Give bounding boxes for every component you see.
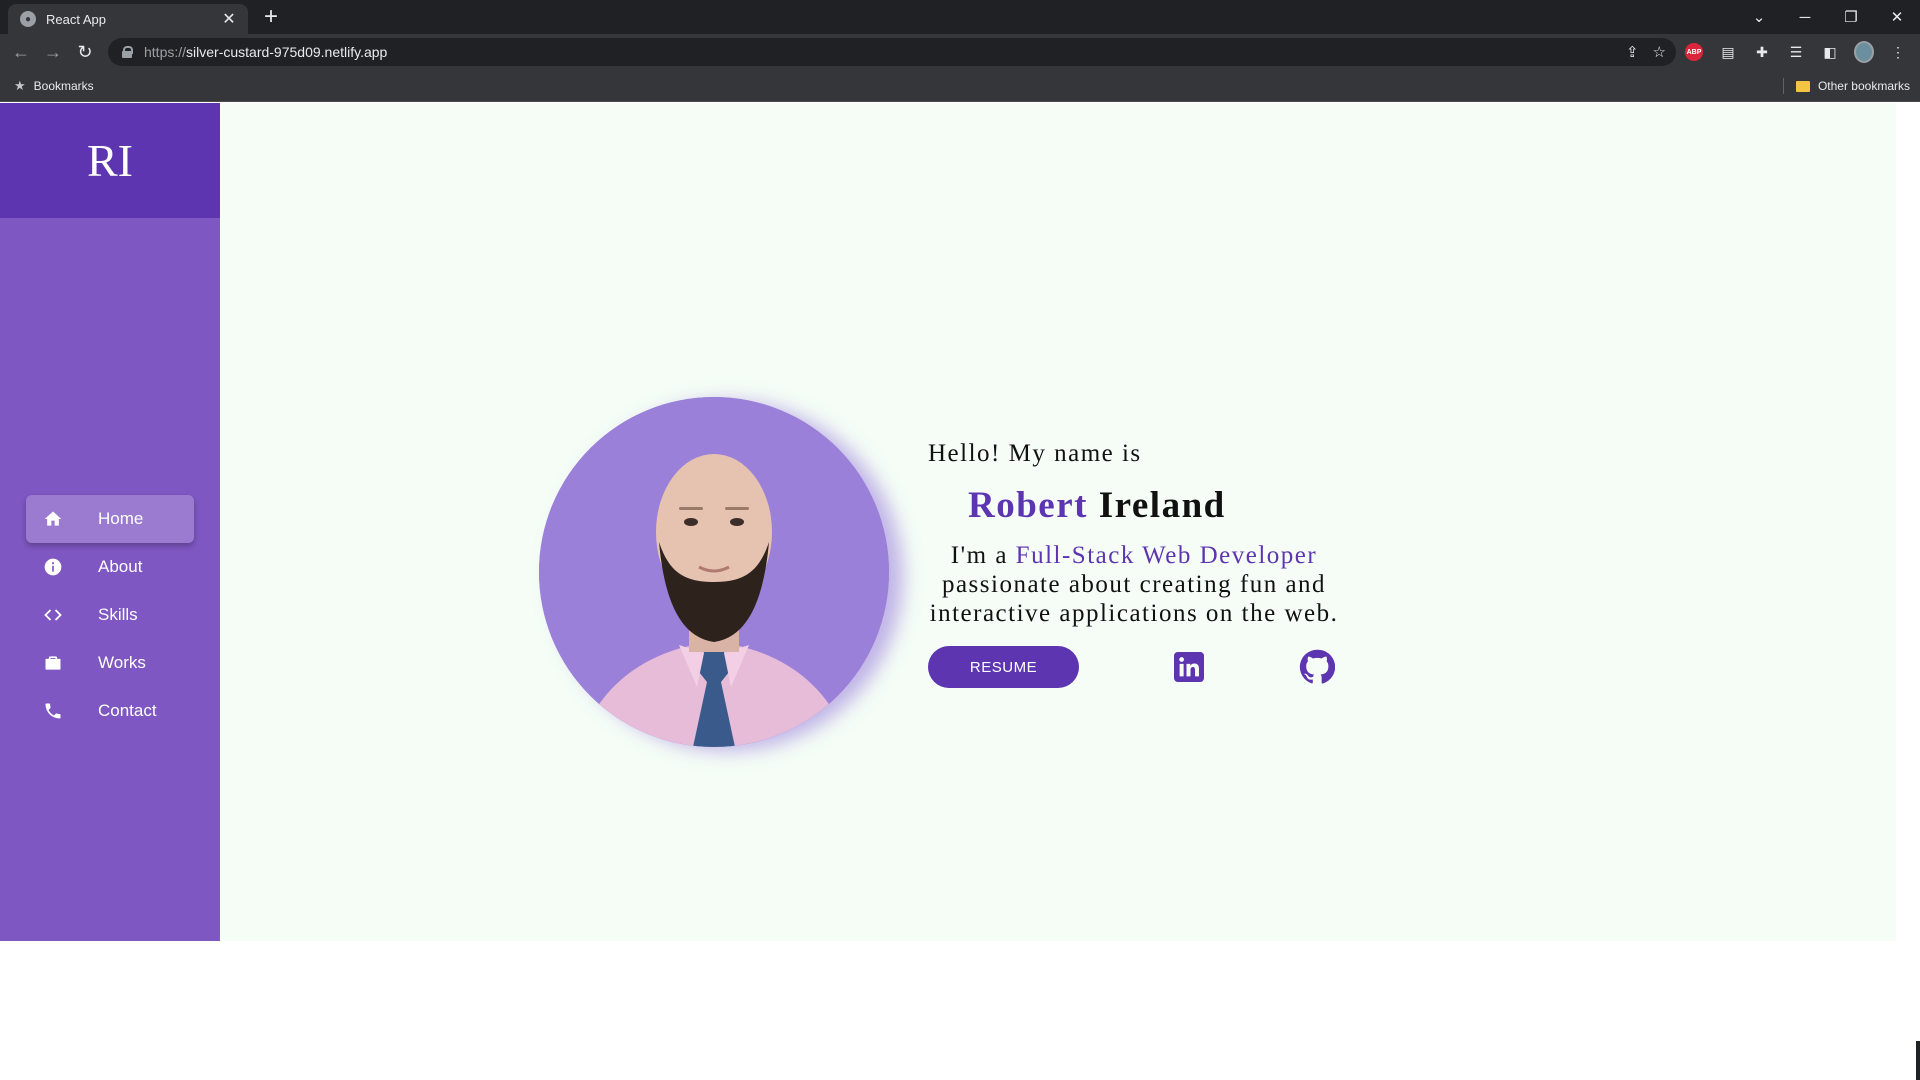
hero-name: Robert Ireland: [968, 484, 1348, 527]
sidebar-item-label: Contact: [98, 701, 157, 720]
sidebar-item-contact[interactable]: Contact: [26, 687, 194, 735]
sidebar-item-skills[interactable]: Skills: [26, 591, 194, 639]
code-icon: [42, 604, 64, 626]
briefcase-icon: [42, 652, 64, 674]
globe-icon: ●: [20, 11, 36, 27]
sidebar-item-label: Skills: [98, 605, 138, 624]
browser-tab-bar: ● React App ✕ + ⌄ ─ ❐ ✕: [0, 0, 1920, 34]
hero-text: Hello! My name is Robert Ireland I'm a F…: [928, 440, 1348, 628]
puzzle-icon[interactable]: ✚: [1752, 42, 1772, 62]
side-panel-icon[interactable]: ◧: [1820, 42, 1840, 62]
adblock-icon[interactable]: ABP: [1684, 42, 1704, 62]
github-icon[interactable]: [1299, 649, 1335, 685]
lock-icon: [122, 46, 133, 58]
restore-button[interactable]: ❐: [1828, 0, 1874, 34]
hero-actions: RESUME: [928, 646, 1348, 688]
sidebar-item-about[interactable]: About: [26, 543, 194, 591]
sidebar-item-label: Home: [98, 509, 144, 528]
tab-search-icon[interactable]: ⌄: [1736, 0, 1782, 34]
forward-icon[interactable]: →: [38, 37, 68, 67]
minimize-button[interactable]: ─: [1782, 0, 1828, 34]
new-tab-button[interactable]: +: [258, 4, 284, 30]
bookmark-star-icon[interactable]: ☆: [1653, 43, 1666, 61]
close-window-button[interactable]: ✕: [1874, 0, 1920, 34]
home-icon: [42, 508, 64, 530]
other-bookmarks-label: Other bookmarks: [1817, 79, 1910, 93]
close-tab-icon[interactable]: ✕: [220, 9, 238, 29]
folder-icon: [1795, 80, 1810, 92]
browser-toolbar: ← → ↻ https://silver-custard-975d09.netl…: [0, 34, 1920, 70]
linkedin-icon[interactable]: [1171, 649, 1207, 685]
address-bar[interactable]: https://silver-custard-975d09.netlify.ap…: [108, 38, 1676, 66]
sidebar: RI Home About Skills Works Contact: [0, 103, 220, 941]
share-icon[interactable]: ⇪: [1626, 43, 1639, 61]
sidebar-item-home[interactable]: Home: [26, 495, 194, 543]
reload-icon[interactable]: ↻: [70, 37, 100, 67]
page-viewport: RI Home About Skills Works Contact Hello…: [0, 103, 1920, 1080]
intro-prefix: I'm a: [950, 542, 1008, 569]
bookmarks-label: Bookmarks: [33, 78, 94, 93]
url-host: silver-custard-975d09.netlify.app: [186, 44, 388, 60]
window-controls: ⌄ ─ ❐ ✕: [1736, 0, 1920, 34]
last-name: Ireland: [1098, 485, 1226, 526]
browser-tab[interactable]: ● React App ✕: [8, 4, 248, 34]
extensions-area: ABP ▤ ✚ ☰ ◧ ⋮: [1684, 34, 1908, 70]
sidebar-item-label: About: [98, 557, 143, 576]
role-text: Full-Stack Web Developer: [1015, 542, 1318, 569]
bookmarks-divider: [1783, 78, 1784, 94]
extension-icon[interactable]: ▤: [1718, 42, 1738, 62]
first-name: Robert: [968, 485, 1088, 526]
intro-text: I'm a Full-Stack Web Developer passionat…: [928, 541, 1340, 628]
back-icon[interactable]: ←: [6, 37, 36, 67]
sidebar-item-label: Works: [98, 653, 146, 672]
bookmarks-button[interactable]: ★ Bookmarks: [14, 78, 94, 94]
resume-button[interactable]: RESUME: [928, 646, 1079, 688]
reading-list-icon[interactable]: ☰: [1786, 42, 1806, 62]
phone-icon: [42, 700, 64, 722]
profile-photo: [539, 397, 889, 747]
scrollbar-thumb[interactable]: [1916, 1041, 1920, 1080]
intro-suffix: passionate about creating fun and intera…: [929, 571, 1339, 627]
brand-initials: RI: [87, 135, 133, 186]
url-scheme: https://: [144, 44, 187, 60]
brand-logo[interactable]: RI: [0, 103, 220, 218]
sidebar-item-works[interactable]: Works: [26, 639, 194, 687]
menu-kebab-icon[interactable]: ⋮: [1888, 42, 1908, 62]
sidebar-nav: Home About Skills Works Contact: [26, 495, 194, 735]
info-icon: [42, 556, 64, 578]
profile-avatar[interactable]: [1854, 41, 1874, 63]
bookmarks-bar: ★ Bookmarks Other bookmarks: [0, 70, 1920, 102]
other-bookmarks-button[interactable]: Other bookmarks: [1795, 70, 1910, 102]
tab-title: React App: [46, 11, 106, 27]
portfolio-page: RI Home About Skills Works Contact Hello…: [0, 103, 1896, 941]
greeting-text: Hello! My name is: [928, 440, 1142, 467]
star-icon: ★: [14, 77, 26, 93]
